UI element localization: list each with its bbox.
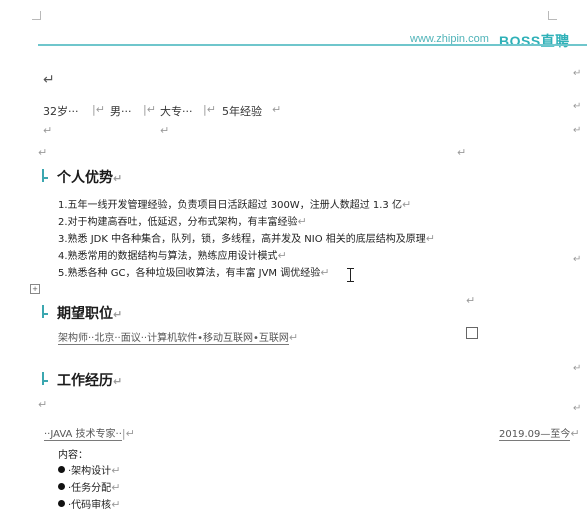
advantage-item-5[interactable]: 5.熟悉各种 GC，各种垃圾回收算法，有丰富 JVM 调优经验↵ bbox=[58, 264, 329, 279]
profile-age[interactable]: 32岁··· bbox=[43, 103, 79, 119]
profile-experience[interactable]: 5年经验 bbox=[222, 103, 262, 119]
header-brand-logo: BOSS直聘 bbox=[499, 33, 570, 49]
expected-position-line[interactable]: 架构师··北京··面议··计算机软件•移动互联网•互联网↵ bbox=[58, 329, 298, 345]
para-mark: ↵ bbox=[43, 124, 53, 137]
bullet-icon bbox=[58, 466, 65, 473]
para-mark: ↵ bbox=[160, 124, 170, 137]
advantage-item-2[interactable]: 2.对于构建高吞吐，低延迟，分布式架构，有丰富经验↵ bbox=[58, 213, 307, 228]
para-mark: ↵ bbox=[573, 254, 582, 265]
para-mark: ↵ bbox=[573, 125, 582, 136]
section-marker-icon bbox=[42, 372, 49, 385]
para-mark: ↵ bbox=[466, 294, 476, 307]
job-date[interactable]: 2019.09—至今↵ bbox=[499, 425, 580, 441]
para-mark: ↵ bbox=[457, 146, 467, 159]
duty-item-1[interactable]: ·架构设计↵ bbox=[68, 462, 120, 477]
table-anchor-icon[interactable]: + bbox=[30, 284, 40, 294]
profile-gender[interactable]: 男··· bbox=[110, 103, 132, 119]
crop-mark-top-left bbox=[32, 11, 41, 20]
para-mark: ↵ bbox=[573, 101, 582, 112]
section-marker-icon bbox=[42, 305, 49, 318]
cell-mark: |↵ bbox=[203, 103, 216, 116]
para-mark: ↵ bbox=[38, 146, 48, 159]
section-title-expect[interactable]: 期望职位↵ bbox=[57, 303, 122, 323]
section-marker-icon bbox=[42, 169, 49, 182]
advantage-item-3[interactable]: 3.熟悉 JDK 中各种集合，队列，锁，多线程，高并发及 NIO 相关的底层结构… bbox=[58, 230, 435, 245]
cell-mark: |↵ bbox=[143, 103, 156, 116]
cell-mark: ↵ bbox=[272, 103, 282, 116]
content-label: 内容： bbox=[58, 450, 88, 461]
para-mark: ↵ bbox=[573, 68, 582, 79]
text-cursor-icon bbox=[347, 268, 354, 282]
profile-education[interactable]: 大专··· bbox=[160, 103, 193, 119]
document-page: www.zhipin.com BOSS直聘 ↵ ↵ ↵ ↵ ↵ ↵ ↵ 32岁·… bbox=[0, 0, 587, 511]
advantage-item-1[interactable]: 1.五年一线开发管理经验，负责项目日活跃超过 300W，注册人数超过 1.3 亿… bbox=[58, 196, 411, 211]
para-mark: ↵ bbox=[38, 398, 48, 411]
advantage-item-4[interactable]: 4.熟悉常用的数据结构与算法，熟练应用设计模式↵ bbox=[58, 247, 287, 262]
empty-paragraph-mark: ↵ bbox=[43, 72, 55, 88]
header-divider bbox=[38, 44, 587, 46]
bullet-icon bbox=[58, 483, 65, 490]
para-mark: ↵ bbox=[573, 403, 582, 414]
para-mark: ↵ bbox=[573, 363, 582, 374]
duty-item-2[interactable]: ·任务分配↵ bbox=[68, 479, 120, 494]
cell-mark: |↵ bbox=[92, 103, 105, 116]
crop-mark-top-right bbox=[548, 11, 557, 20]
section-title-advantages[interactable]: 个人优势↵ bbox=[57, 167, 122, 187]
duty-item-3[interactable]: ·代码审核↵ bbox=[68, 496, 120, 511]
checkbox[interactable] bbox=[466, 327, 478, 339]
section-title-work[interactable]: 工作经历↵ bbox=[57, 370, 122, 390]
bullet-icon bbox=[58, 500, 65, 507]
job-title[interactable]: ··JAVA 技术专家··|↵ bbox=[44, 425, 135, 441]
